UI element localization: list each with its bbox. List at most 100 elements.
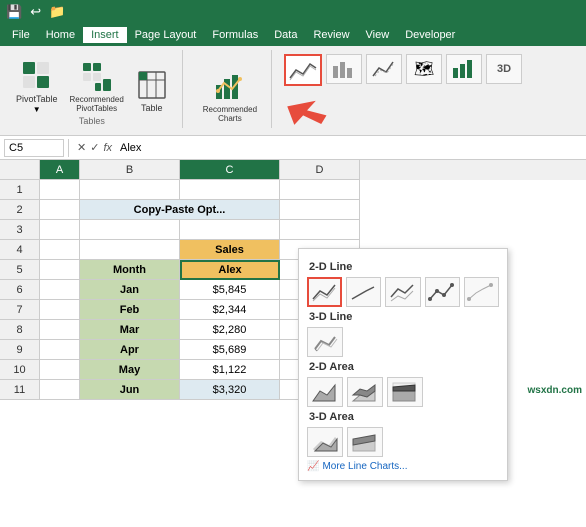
row-header-2: 2 [0,200,40,220]
section-2d-area-label: 2-D Area [307,361,499,373]
menu-data[interactable]: Data [266,27,305,43]
cell-c7[interactable]: $2,344 [180,300,280,320]
row-header-6: 6 [0,280,40,300]
cell-a10[interactable] [40,360,80,380]
cell-b6[interactable]: Jan [80,280,180,300]
corner-cell [0,160,40,180]
illustrations-group: RecommendedCharts [195,50,272,128]
cell-b8[interactable]: Mar [80,320,180,340]
more-line-charts[interactable]: 📈 More Line Charts... [307,461,499,472]
pivotchart-icon[interactable] [446,54,482,84]
cell-b4[interactable] [80,240,180,260]
area-2d-basic-icon[interactable] [307,377,343,407]
cell-d3[interactable] [280,220,360,240]
area-2d-100-icon[interactable] [387,377,423,407]
line-2d-100-icon[interactable] [385,277,420,307]
cell-reference[interactable] [4,139,64,157]
recommended-pivottables-label: RecommendedPivotTables [70,95,124,114]
cell-b1[interactable] [80,180,180,200]
cell-d1[interactable] [280,180,360,200]
chart-icons-area: 🗺 3D [284,54,522,86]
cell-c1[interactable] [180,180,280,200]
cell-b3[interactable] [80,220,180,240]
menu-home[interactable]: Home [38,27,83,43]
col-header-a[interactable]: A [40,160,80,180]
undo-button[interactable]: ↩ [28,2,43,22]
folder-button[interactable]: 📁 [47,2,67,22]
tables-group-items: PivotTable ▼ RecommendedPivotTables [12,50,172,116]
cell-a8[interactable] [40,320,80,340]
cell-c5[interactable]: Alex [180,260,280,280]
cell-c6[interactable]: $5,845 [180,280,280,300]
cell-c9[interactable]: $5,689 [180,340,280,360]
cell-a11[interactable] [40,380,80,400]
line-3d-icon[interactable] [307,327,343,357]
cell-b2[interactable]: Copy-Paste Opt... [80,200,280,220]
cell-a3[interactable] [40,220,80,240]
row-header-8: 8 [0,320,40,340]
menu-developer[interactable]: Developer [397,27,463,43]
formula-input[interactable] [120,142,582,154]
pivot-table-arrow: ▼ [33,105,41,114]
cell-a1[interactable] [40,180,80,200]
bar-chart-icon[interactable] [326,54,362,84]
recommended-charts-button[interactable]: RecommendedCharts [199,69,261,126]
recommended-pivottables-button[interactable]: RecommendedPivotTables [66,59,128,116]
area-3d-basic-icon[interactable] [307,427,343,457]
cell-b5[interactable]: Month [80,260,180,280]
scatter-chart-icon[interactable] [366,54,402,84]
cell-a9[interactable] [40,340,80,360]
formula-icons: ✕ ✓ fx [73,141,116,154]
table-button[interactable]: Table [132,67,172,116]
threed-chart-icon[interactable]: 3D [486,54,522,84]
menu-file[interactable]: File [4,27,38,43]
menu-formulas[interactable]: Formulas [204,27,266,43]
cell-a2[interactable] [40,200,80,220]
cell-b11[interactable]: Jun [80,380,180,400]
cell-b10[interactable]: May [80,360,180,380]
menu-pagelayout[interactable]: Page Layout [127,27,205,43]
cell-c4[interactable]: Sales [180,240,280,260]
line-2d-markers-icon[interactable] [425,277,460,307]
line-2d-basic-icon[interactable] [307,277,342,307]
area-2d-stacked-icon[interactable] [347,377,383,407]
cell-a4[interactable] [40,240,80,260]
chart-row-3d-line [307,327,499,357]
menu-view[interactable]: View [358,27,398,43]
quick-access-toolbar: 💾 ↩ 📁 [0,0,586,24]
row-header-10: 10 [0,360,40,380]
insert-function-icon[interactable]: fx [103,142,112,154]
menu-bar: File Home Insert Page Layout Formulas Da… [0,24,586,46]
cell-c3[interactable] [180,220,280,240]
cell-c10[interactable]: $1,122 [180,360,280,380]
line-chart-selected[interactable] [284,54,322,86]
cancel-formula-icon[interactable]: ✕ [77,141,86,154]
save-button[interactable]: 💾 [4,2,24,22]
cell-c8[interactable]: $2,280 [180,320,280,340]
pivot-table-button[interactable]: PivotTable ▼ [12,58,62,116]
confirm-formula-icon[interactable]: ✓ [90,141,99,154]
cell-b7[interactable]: Feb [80,300,180,320]
cell-b9[interactable]: Apr [80,340,180,360]
cell-a5[interactable] [40,260,80,280]
row-header-1: 1 [0,180,40,200]
cell-a6[interactable] [40,280,80,300]
row-header-11: 11 [0,380,40,400]
cell-d2[interactable] [280,200,360,220]
col-header-b[interactable]: B [80,160,180,180]
row-header-9: 9 [0,340,40,360]
line-2d-stacked-icon[interactable] [346,277,381,307]
chart-row-3d-area [307,427,499,457]
line-2d-stacked-markers-icon[interactable] [464,277,499,307]
row-header-4: 4 [0,240,40,260]
menu-review[interactable]: Review [305,27,357,43]
col-header-c[interactable]: C [180,160,280,180]
maps-icon[interactable]: 🗺 [406,54,442,84]
col-header-d[interactable]: D [280,160,360,180]
area-3d-stacked-icon[interactable] [347,427,383,457]
cell-c11[interactable]: $3,320 [180,380,280,400]
pivot-table-icon [21,60,53,92]
spreadsheet: A B C D 1 2 Copy-Paste Opt... 3 4 Sales … [0,160,586,400]
menu-insert[interactable]: Insert [83,27,127,43]
cell-a7[interactable] [40,300,80,320]
